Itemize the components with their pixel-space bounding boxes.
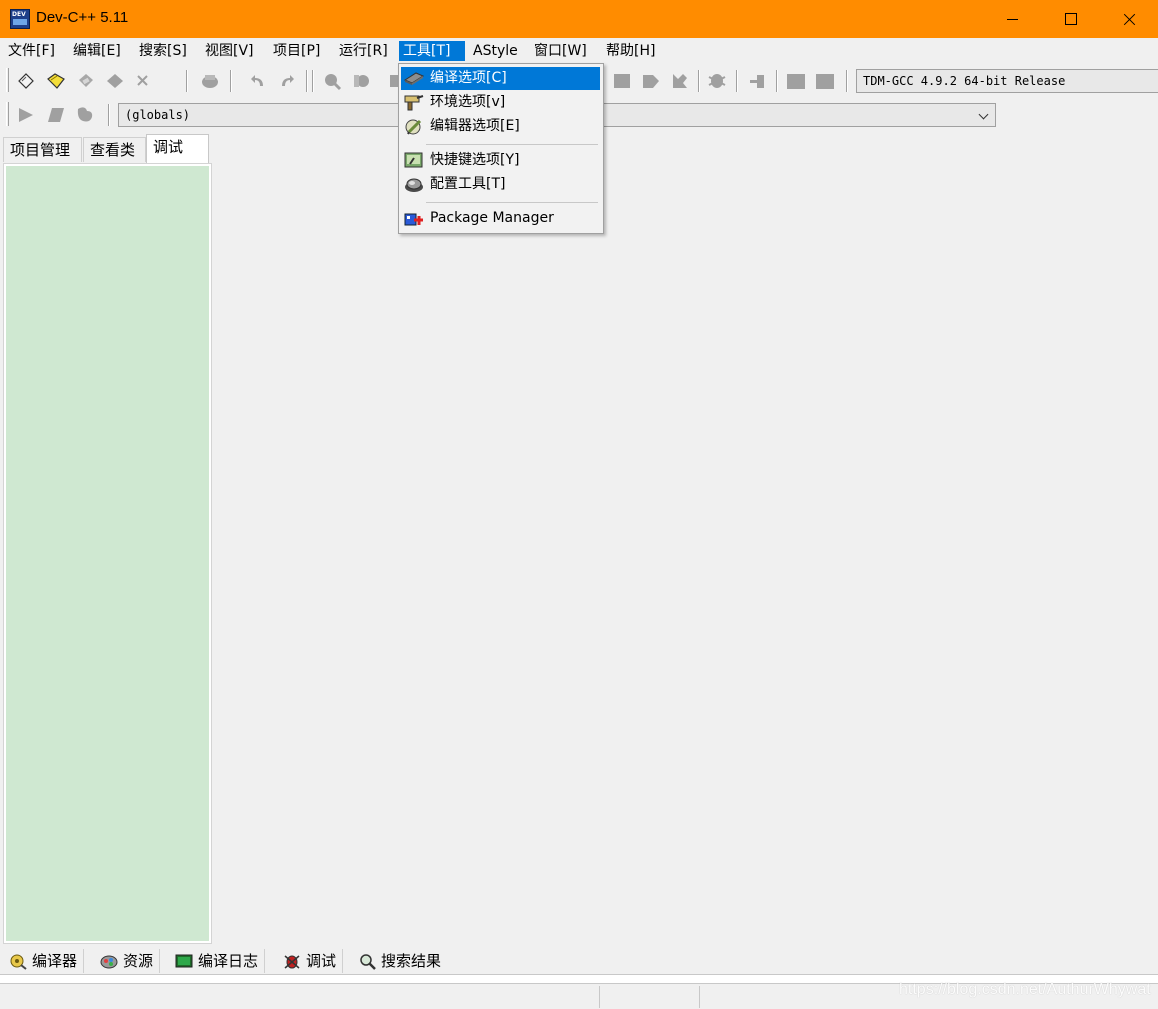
run-icon[interactable] — [641, 71, 661, 91]
close-button[interactable] — [1100, 0, 1158, 38]
find-icon[interactable] — [322, 71, 342, 91]
menu-window[interactable]: 窗口[W] — [530, 41, 591, 61]
menu-run[interactable]: 运行[R] — [335, 41, 392, 61]
menu-separator — [426, 144, 598, 145]
toolbar-separator — [306, 70, 308, 92]
menu-item-configure-tools[interactable]: 配置工具[T] — [401, 173, 600, 196]
new-file-icon[interactable] — [16, 71, 36, 91]
compile-log-icon — [175, 954, 193, 968]
search-results-icon — [360, 954, 376, 970]
tab-resources[interactable]: 资源 — [93, 949, 161, 973]
menu-item-label: 编辑器选项[E] — [430, 118, 520, 134]
configure-tools-icon — [405, 178, 423, 192]
open-file-icon[interactable] — [46, 71, 66, 91]
toolbar-separator — [736, 70, 738, 92]
save-all-icon[interactable] — [105, 71, 125, 91]
menu-item-environment-options[interactable]: 环境选项[v] — [401, 91, 600, 114]
status-panel — [599, 986, 699, 1008]
editor-options-icon — [405, 119, 422, 135]
tools-menu-dropdown: 编译选项[C] 环境选项[v] 编辑器选项[E] 快捷键选项[Y] 配置工具[T… — [398, 63, 604, 234]
toolbar-separator — [312, 70, 314, 92]
menu-item-label: 环境选项[v] — [430, 94, 506, 110]
menu-item-compiler-options[interactable]: 编译选项[C] — [401, 67, 600, 90]
close-file-icon[interactable] — [133, 71, 153, 91]
title-bar: Dev-C++ 5.11 — [0, 0, 1158, 38]
bottom-tabs: 编译器 资源 编译日志 调试 搜索结果 — [0, 947, 1158, 975]
debug-watch-panel[interactable] — [6, 166, 209, 941]
package-manager-icon — [404, 213, 423, 226]
environment-options-icon — [404, 95, 424, 111]
watermark: https://blog.csdn.net/AuthurWhywat — [899, 981, 1151, 998]
toolbar-grip[interactable] — [6, 68, 9, 92]
menu-item-label: 编译选项[C] — [430, 70, 507, 86]
menu-bar: 文件[F] 编辑[E] 搜索[S] 视图[V] 项目[P] 运行[R] 工具[T… — [0, 38, 1158, 63]
shortcut-options-icon — [404, 152, 423, 168]
menu-item-package-manager[interactable]: Package Manager — [401, 207, 600, 230]
maximize-button[interactable] — [1041, 0, 1099, 38]
tab-compile-log[interactable]: 编译日志 — [168, 949, 266, 973]
compiler-options-icon — [404, 72, 424, 85]
toolbar-separator — [230, 70, 232, 92]
minimize-button[interactable] — [983, 0, 1041, 38]
tab-search-results[interactable]: 搜索结果 — [351, 949, 447, 973]
compiler-icon — [10, 954, 27, 970]
menu-help[interactable]: 帮助[H] — [602, 41, 659, 61]
tab-debug-output-label: 调试 — [306, 952, 337, 970]
tab-compiler-label: 编译器 — [32, 952, 78, 970]
compiler-select-value: TDM-GCC 4.9.2 64-bit Release — [863, 74, 1066, 88]
goto-icon[interactable] — [46, 105, 66, 125]
window-title: Dev-C++ 5.11 — [36, 9, 129, 26]
toolbar-separator — [776, 70, 778, 92]
print-icon[interactable] — [200, 71, 220, 91]
step-forward-icon[interactable] — [16, 105, 36, 125]
toolbar-separator — [186, 70, 188, 92]
tab-compile-log-label: 编译日志 — [198, 952, 259, 970]
undo-icon[interactable] — [248, 71, 268, 91]
chevron-down-icon — [978, 109, 989, 120]
menu-search[interactable]: 搜索[S] — [135, 41, 191, 61]
menu-project[interactable]: 项目[P] — [269, 41, 324, 61]
menu-tools[interactable]: 工具[T] — [399, 41, 465, 61]
dev-cpp-app-icon — [10, 9, 30, 29]
resources-icon — [100, 955, 118, 969]
new-project-icon[interactable] — [786, 71, 806, 91]
menu-edit[interactable]: 编辑[E] — [69, 41, 125, 61]
tab-debug[interactable]: 调试 — [146, 134, 209, 163]
menu-item-label: 配置工具[T] — [430, 176, 506, 192]
menu-item-shortcut-options[interactable]: 快捷键选项[Y] — [401, 149, 600, 172]
toolbar-separator — [698, 70, 700, 92]
replace-icon[interactable] — [352, 71, 372, 91]
debug-icon — [284, 955, 300, 969]
debug-bug-icon[interactable] — [707, 71, 727, 91]
scope-select-value: (globals) — [125, 108, 191, 122]
tab-compiler[interactable]: 编译器 — [2, 949, 85, 973]
menu-astyle[interactable]: AStyle — [469, 41, 522, 61]
compile-icon[interactable] — [612, 71, 632, 91]
menu-file[interactable]: 文件[F] — [4, 41, 59, 61]
tab-debug-output[interactable]: 调试 — [276, 949, 344, 973]
compile-run-icon[interactable] — [670, 71, 690, 91]
menu-item-label: 快捷键选项[Y] — [430, 152, 520, 168]
toolbar-separator — [846, 70, 848, 92]
tab-class-browser[interactable]: 查看类 — [83, 137, 146, 162]
profile-icon[interactable] — [748, 71, 768, 91]
save-icon[interactable] — [76, 71, 96, 91]
toolbar-grip[interactable] — [6, 102, 9, 126]
menu-item-editor-options[interactable]: 编辑器选项[E] — [401, 115, 600, 138]
left-panel — [3, 163, 212, 944]
tab-resources-label: 资源 — [123, 952, 154, 970]
tab-project-manager[interactable]: 项目管理 — [3, 137, 82, 162]
tab-search-results-label: 搜索结果 — [381, 952, 442, 970]
toolbar-separator — [108, 104, 110, 126]
redo-icon[interactable] — [277, 71, 297, 91]
bookmark-icon[interactable] — [75, 105, 95, 125]
menu-view[interactable]: 视图[V] — [201, 41, 258, 61]
compiler-select[interactable]: TDM-GCC 4.9.2 64-bit Release — [856, 69, 1158, 93]
menu-separator — [426, 202, 598, 203]
remove-project-icon[interactable] — [815, 71, 835, 91]
menu-item-label: Package Manager — [430, 210, 554, 226]
